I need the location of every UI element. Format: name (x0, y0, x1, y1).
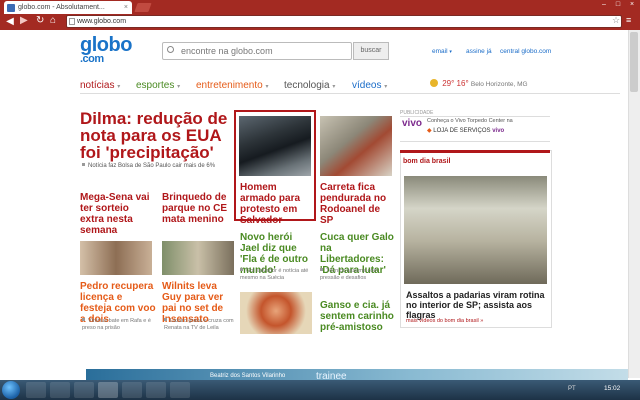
headline-carreta[interactable]: Carreta fica pendurada no Rodoanel de SP (320, 182, 392, 226)
nav-videos[interactable]: vídeos ▾ (352, 80, 387, 91)
sun-icon (430, 79, 438, 87)
back-button[interactable]: ◀ (3, 15, 17, 28)
signup-link[interactable]: assine já (466, 48, 492, 55)
nav-divider (80, 93, 620, 94)
chevron-down-icon: ▾ (265, 84, 269, 90)
taskbar-app-icon[interactable] (122, 382, 142, 398)
headline-ganso[interactable]: Ganso e cia. já sentem carinho pré-amist… (320, 300, 394, 333)
bottom-ad-text: Beatriz dos Santos Vilarinho (210, 373, 286, 379)
main-headline[interactable]: Dilma: redução de nota para os EUA foi '… (80, 110, 235, 161)
window-maximize-button[interactable]: □ (612, 1, 624, 9)
start-button[interactable] (2, 381, 20, 399)
taskbar-clock[interactable]: 15:02 (604, 385, 620, 392)
sub-cuca[interactable]: Técnico assume com pressão e desafios (320, 268, 394, 282)
address-bar[interactable]: www.globo.com (66, 15, 622, 28)
nav-noticias[interactable]: notícias ▾ (80, 80, 120, 91)
weather-widget[interactable]: 29° 16° Belo Horizonte, MG (430, 79, 528, 88)
taskbar-media-icon[interactable] (74, 382, 94, 398)
search-icon (167, 46, 174, 53)
bom-dia-brasil-video[interactable] (404, 176, 547, 284)
chevron-down-icon: ▾ (384, 84, 388, 90)
chevron-down-icon: ▾ (117, 84, 121, 90)
taskbar-chrome-icon[interactable] (98, 382, 118, 398)
ganso-image[interactable] (240, 292, 312, 334)
bom-dia-brasil-label[interactable]: bom dia brasil (403, 158, 450, 165)
featured-headline[interactable]: Homem armado para protesto em Salvador (240, 182, 314, 226)
featured-image[interactable] (239, 116, 311, 176)
headline-brinquedo[interactable]: Brinquedo de parque no CE mata menino (162, 192, 234, 225)
headline-megasena[interactable]: Mega-Sena vai ter sorteio extra nesta se… (80, 192, 152, 236)
search-button[interactable]: buscar (353, 42, 389, 60)
globo-logo[interactable]: globo .com (80, 35, 132, 65)
sub-jael[interactable]: Gol salvador é notícia até mesmo na Suéc… (240, 268, 314, 282)
nav-tecnologia[interactable]: tecnologia ▾ (284, 80, 335, 91)
windows-taskbar (0, 380, 640, 400)
pedro-image[interactable] (80, 241, 152, 275)
nav-entretenimento[interactable]: entretenimento ▾ (196, 80, 269, 91)
language-indicator[interactable]: PT (568, 386, 576, 392)
central-link[interactable]: central globo.com (500, 48, 551, 55)
tab-close-icon[interactable]: × (124, 1, 128, 14)
taskbar-app-icon[interactable] (170, 382, 190, 398)
vivo-logo[interactable]: vivo (402, 118, 422, 129)
search-input[interactable]: encontre na globo.com (162, 42, 352, 60)
search-placeholder: encontre na globo.com (181, 46, 273, 56)
window-minimize-button[interactable]: – (598, 1, 610, 9)
forward-arrow-icon[interactable]: ▶ (20, 15, 28, 26)
taskbar-app-icon[interactable] (146, 382, 166, 398)
chevron-down-icon: ▾ (177, 84, 181, 90)
taskbar-explorer-icon[interactable] (50, 382, 70, 398)
window-close-button[interactable]: × (626, 1, 638, 9)
tab-title: globo.com - Absolutament... (18, 4, 105, 11)
sub-pedro[interactable]: Vinícius bate em Rafa e é preso na prisã… (82, 318, 156, 332)
address-text: www.globo.com (77, 18, 127, 25)
bom-dia-brasil-more-link[interactable]: mais vídeos do bom dia brasil » (406, 318, 483, 324)
truck-image[interactable] (320, 116, 392, 176)
main-subheadline[interactable]: Notícia faz Bolsa de São Paulo cair mais… (82, 163, 215, 169)
ad-text-store[interactable]: ◆ LOJA DE SERVIÇOS vivo (427, 127, 504, 134)
nav-esportes[interactable]: esportes ▾ (136, 80, 180, 91)
email-link[interactable]: email ▾ (432, 48, 452, 55)
scrollbar-thumb[interactable] (630, 32, 638, 92)
browser-tab[interactable]: globo.com - Absolutament... × (4, 1, 132, 14)
taskbar-ie-icon[interactable] (26, 382, 46, 398)
wrench-menu-icon[interactable]: ≡ (626, 15, 631, 25)
sub-wilnits[interactable]: Lázaro grava e cruza com Renata na TV de… (164, 318, 236, 332)
reload-icon[interactable]: ↻ (36, 15, 44, 26)
ad-text[interactable]: Conheça o Vivo Torpedo Center na (427, 118, 549, 125)
bom-dia-brasil-bar (400, 150, 550, 153)
home-icon[interactable]: ⌂ (50, 15, 56, 26)
bom-dia-brasil-headline[interactable]: Assaltos a padarias viram rotina no inte… (406, 290, 548, 320)
chevron-down-icon: ▾ (332, 84, 336, 90)
globo-favicon-icon (7, 4, 15, 12)
bookmark-star-icon[interactable]: ☆ (612, 15, 620, 26)
wilnits-image[interactable] (162, 241, 234, 275)
page-icon (69, 18, 75, 25)
